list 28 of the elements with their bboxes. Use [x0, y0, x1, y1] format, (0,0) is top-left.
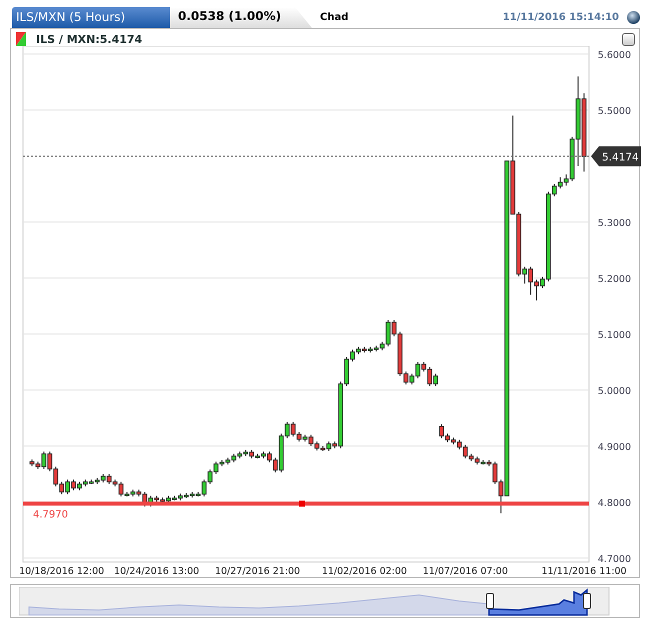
price-tag	[591, 146, 641, 166]
y-axis-label: 5.2000	[598, 274, 631, 285]
support-label: 4.7970	[33, 510, 68, 521]
last-price-label: 5.4174	[602, 151, 639, 164]
x-axis-label: 11/02/2016 02:00	[322, 566, 407, 576]
y-axis-label: 4.9000	[598, 442, 631, 453]
y-axis-label: 5.0000	[598, 386, 631, 397]
x-axis-label: 11/11/2016 11:00	[541, 566, 627, 576]
x-axis-label: 10/18/2016 12:00	[19, 566, 104, 576]
timestamp: 11/11/2016 15:14:10	[502, 12, 619, 23]
legend-swatch-icon	[16, 32, 26, 46]
y-axis-label: 5.1000	[598, 330, 631, 341]
x-axis-label: 10/24/2016 13:00	[114, 566, 200, 576]
minimize-button[interactable]	[622, 32, 635, 46]
location-label: Chad	[320, 12, 348, 23]
range-handle[interactable]	[583, 593, 591, 609]
y-axis-label: 4.8000	[598, 498, 631, 509]
range-handle[interactable]	[486, 593, 494, 609]
x-axis-label: 11/07/2016 07:00	[422, 566, 508, 576]
y-axis-label: 5.6000	[598, 50, 631, 61]
legend-label: ILS / MXN:5.4174	[36, 32, 142, 46]
globe-icon[interactable]	[627, 11, 640, 24]
x-axis-label: 10/27/2016 21:00	[214, 566, 300, 576]
y-axis-label: 4.7000	[598, 554, 631, 565]
y-axis-label: 5.3000	[598, 218, 631, 229]
price-change: 0.0538 (1.00%)	[170, 7, 312, 28]
y-axis-label: 5.5000	[598, 106, 631, 117]
line-handle[interactable]	[299, 500, 305, 507]
